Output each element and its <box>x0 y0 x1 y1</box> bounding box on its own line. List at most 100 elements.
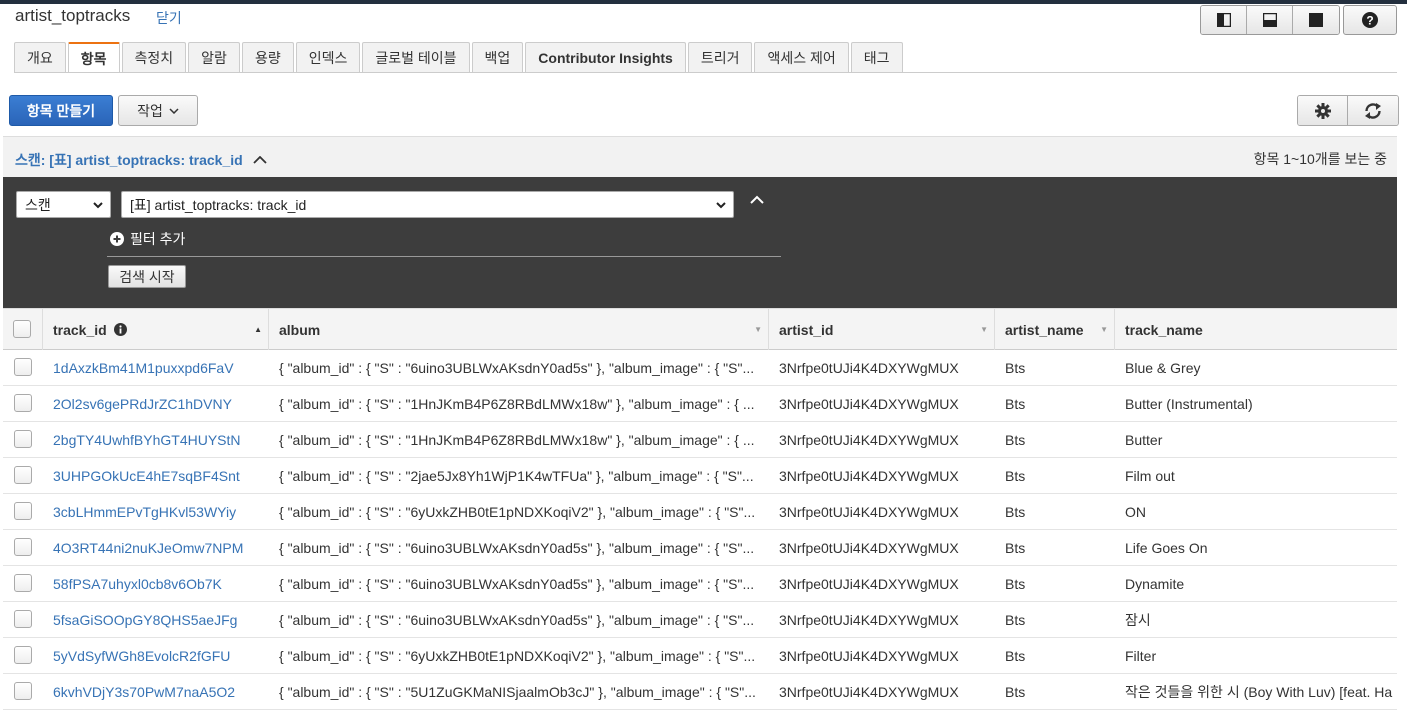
tab-triggers[interactable]: 트리거 <box>687 42 753 72</box>
collapse-scan-panel-icon[interactable] <box>749 195 765 205</box>
track-name-cell: 잠시 <box>1125 611 1151 628</box>
album-cell: { "album_id" : { "S" : "6uino3UBLWxAKsdn… <box>279 359 755 376</box>
full-view-button[interactable] <box>1293 6 1339 34</box>
split-horizontal-icon <box>1262 13 1277 27</box>
info-icon <box>113 323 127 336</box>
row-checkbox[interactable] <box>14 646 32 664</box>
start-search-button[interactable]: 검색 시작 <box>108 265 186 288</box>
track-id-link[interactable]: 4O3RT44ni2nuKJeOmw7NPM <box>43 530 269 565</box>
column-header-track-id[interactable]: track_id ▲ <box>43 309 269 350</box>
gear-icon <box>1314 102 1331 119</box>
tab-metrics[interactable]: 측정치 <box>121 42 187 72</box>
split-vertical-view-button[interactable] <box>1201 6 1247 34</box>
column-header-album[interactable]: album ▼ <box>269 309 769 350</box>
table-row[interactable]: 5yVdSyfWGh8EvolcR2fGFU { "album_id" : { "… <box>3 638 1397 674</box>
tab-capacity[interactable]: 용량 <box>241 42 294 72</box>
album-cell: { "album_id" : { "S" : "6yUxkZHB0tE1pNDX… <box>279 647 756 664</box>
track-id-link[interactable]: 58fPSA7uhyxl0cb8v6Ob7K <box>43 566 269 601</box>
sort-icon: ▼ <box>754 325 762 334</box>
tab-tags[interactable]: 태그 <box>850 42 903 72</box>
artist-id-cell: 3Nrfpe0tUJi4K4DXYWgMUX <box>779 575 959 592</box>
table-row[interactable]: 58fPSA7uhyxl0cb8v6Ob7K { "album_id" : { "… <box>3 566 1397 602</box>
artist-name-cell: Bts <box>1005 503 1026 520</box>
scan-summary-title: 스캔: [표] artist_toptracks: track_id <box>15 152 243 168</box>
table-row[interactable]: 2bgTY4UwhfBYhGT4HUYStN { "album_id" : { "… <box>3 422 1397 458</box>
tab-access-control[interactable]: 액세스 제어 <box>754 42 849 72</box>
artist-id-cell: 3Nrfpe0tUJi4K4DXYWgMUX <box>779 683 959 700</box>
album-cell: { "album_id" : { "S" : "5U1ZuGKMaNISjaal… <box>279 683 756 700</box>
view-mode-group <box>1200 5 1340 35</box>
table-row[interactable]: 5fsaGiSOOpGY8QHS5aeJFg { "album_id" : { "… <box>3 602 1397 638</box>
row-checkbox[interactable] <box>14 466 32 484</box>
tab-bar: 개요 항목 측정치 알람 용량 인덱스 글로벌 테이블 백업 Contribut… <box>14 42 905 73</box>
refresh-button[interactable] <box>1348 96 1398 125</box>
scan-summary-toggle[interactable]: 스캔: [표] artist_toptracks: track_id <box>15 150 267 170</box>
track-id-link[interactable]: 5fsaGiSOOpGY8QHS5aeJFg <box>43 602 269 637</box>
tab-items[interactable]: 항목 <box>67 42 120 73</box>
track-id-link[interactable]: 2Ol2sv6gePRdJrZC1hDVNY <box>43 386 269 421</box>
artist-id-cell: 3Nrfpe0tUJi4K4DXYWgMUX <box>779 359 959 376</box>
table-row[interactable]: 6kvhVDjY3s70PwM7naA5O2 { "album_id" : { "… <box>3 674 1397 710</box>
chevron-down-icon <box>169 107 179 114</box>
tab-overview[interactable]: 개요 <box>14 42 66 72</box>
row-checkbox[interactable] <box>14 502 32 520</box>
tabs-divider <box>14 72 1397 73</box>
track-id-link[interactable]: 2bgTY4UwhfBYhGT4HUYStN <box>43 422 269 457</box>
track-id-link[interactable]: 1dAxzkBm41M1puxxpd6FaV <box>43 350 269 385</box>
track-id-link[interactable]: 3UHPGOkUcE4hE7sqBF4Snt <box>43 458 269 493</box>
column-header-track-name[interactable]: track_name <box>1115 309 1397 350</box>
artist-id-cell: 3Nrfpe0tUJi4K4DXYWgMUX <box>779 467 959 484</box>
help-icon: ? <box>1362 12 1378 28</box>
help-button[interactable]: ? <box>1343 5 1397 35</box>
settings-button[interactable] <box>1298 96 1348 125</box>
select-all-cell <box>3 309 43 350</box>
scan-target-select[interactable]: [표] artist_toptracks: track_id <box>121 191 734 218</box>
table-row[interactable]: 1dAxzkBm41M1puxxpd6FaV { "album_id" : { "… <box>3 350 1397 386</box>
split-horizontal-view-button[interactable] <box>1247 6 1293 34</box>
column-header-artist-name[interactable]: artist_name ▼ <box>995 309 1115 350</box>
artist-id-cell: 3Nrfpe0tUJi4K4DXYWgMUX <box>779 611 959 628</box>
album-cell: { "album_id" : { "S" : "6uino3UBLWxAKsdn… <box>279 539 755 556</box>
table-row[interactable]: 4O3RT44ni2nuKJeOmw7NPM { "album_id" : { "… <box>3 530 1397 566</box>
create-item-button[interactable]: 항목 만들기 <box>9 95 113 126</box>
track-id-link[interactable]: 3cbLHmmEPvTgHKvl53WYiy <box>43 494 269 529</box>
artist-name-cell: Bts <box>1005 611 1026 628</box>
scan-mode-select[interactable]: 스캔 <box>16 191 111 218</box>
tab-global-tables[interactable]: 글로벌 테이블 <box>362 42 470 72</box>
artist-id-cell: 3Nrfpe0tUJi4K4DXYWgMUX <box>779 647 959 664</box>
track-name-cell: Butter <box>1125 431 1163 448</box>
row-checkbox[interactable] <box>14 358 32 376</box>
column-header-label: track_id <box>53 321 107 338</box>
row-checkbox[interactable] <box>14 430 32 448</box>
tab-alarms[interactable]: 알람 <box>188 42 240 72</box>
row-checkbox[interactable] <box>14 538 32 556</box>
artist-name-cell: Bts <box>1005 683 1026 700</box>
row-checkbox[interactable] <box>14 394 32 412</box>
column-header-label: artist_id <box>779 321 834 338</box>
row-checkbox[interactable] <box>14 610 32 628</box>
row-checkbox[interactable] <box>14 682 32 700</box>
select-all-checkbox[interactable] <box>13 320 31 338</box>
table-row[interactable]: 2Ol2sv6gePRdJrZC1hDVNY { "album_id" : { "… <box>3 386 1397 422</box>
tab-contributor-insights[interactable]: Contributor Insights <box>525 42 686 72</box>
table-row[interactable]: 3UHPGOkUcE4hE7sqBF4Snt { "album_id" : { "… <box>3 458 1397 494</box>
table-row[interactable]: 3cbLHmmEPvTgHKvl53WYiy { "album_id" : { "… <box>3 494 1397 530</box>
table-header: track_id ▲ album ▼ artist_id ▼ artist_na… <box>3 308 1397 350</box>
filter-divider <box>107 256 781 257</box>
actions-dropdown[interactable]: 작업 <box>118 95 198 126</box>
sort-icon: ▼ <box>980 325 988 334</box>
row-checkbox[interactable] <box>14 574 32 592</box>
tab-indexes[interactable]: 인덱스 <box>295 42 361 72</box>
tab-backups[interactable]: 백업 <box>471 42 524 72</box>
track-name-cell: Dynamite <box>1125 575 1185 592</box>
full-view-icon <box>1309 13 1323 27</box>
add-filter-button[interactable]: 필터 추가 <box>110 229 185 249</box>
close-link[interactable]: 닫기 <box>156 8 182 28</box>
column-header-artist-id[interactable]: artist_id ▼ <box>769 309 995 350</box>
track-id-link[interactable]: 6kvhVDjY3s70PwM7naA5O2 <box>43 674 269 709</box>
plus-circle-icon <box>110 232 124 246</box>
scan-panel: 스캔 [표] artist_toptracks: track_id 필터 추가 … <box>3 177 1397 308</box>
actions-dropdown-label: 작업 <box>137 102 163 119</box>
track-id-link[interactable]: 5yVdSyfWGh8EvolcR2fGFU <box>43 638 269 673</box>
scan-target-value: [표] artist_toptracks: track_id <box>130 196 307 213</box>
